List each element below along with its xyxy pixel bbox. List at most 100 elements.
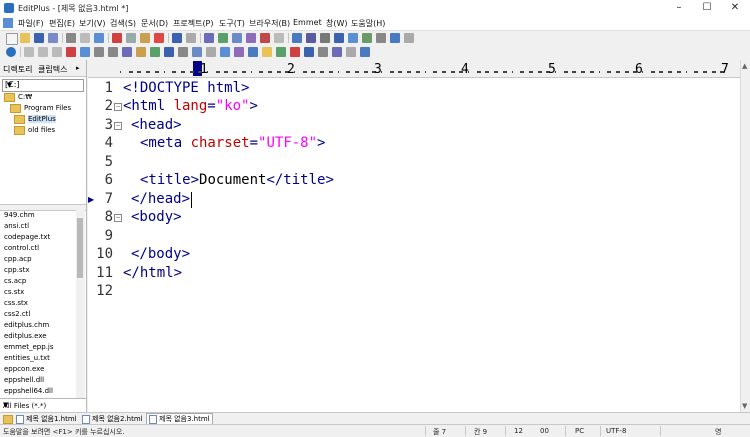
find-icon[interactable] [204, 33, 214, 43]
file-item[interactable]: css2.ctl [4, 309, 30, 320]
span-icon[interactable] [346, 47, 356, 57]
undo-icon[interactable] [172, 33, 182, 43]
help-icon[interactable] [404, 33, 414, 43]
file-list-scrollbar[interactable] [76, 210, 85, 398]
fold-toggle-icon[interactable]: − [114, 122, 122, 130]
nbsp-icon[interactable] [108, 47, 118, 57]
fold-toggle-icon[interactable]: − [114, 103, 122, 111]
menu-browser[interactable]: 브라우저(B) [249, 18, 290, 29]
cut-icon[interactable] [112, 33, 122, 43]
panel-tab-scroll-icon[interactable]: ▸ [76, 64, 80, 72]
spell-check-icon[interactable] [94, 33, 104, 43]
find-next-icon[interactable] [232, 33, 242, 43]
paragraph-icon[interactable] [80, 47, 90, 57]
line-number-icon[interactable] [306, 33, 316, 43]
menu-emmet[interactable]: Emmet [293, 18, 322, 27]
drive-select[interactable]: [C:] ▼ [2, 79, 84, 92]
file-filter-select[interactable]: All Files (*.*) ▼ [0, 398, 86, 413]
style-icon[interactable] [290, 47, 300, 57]
menu-search[interactable]: 검색(S) [110, 18, 136, 29]
directory-window-icon[interactable] [348, 33, 358, 43]
code-area[interactable]: <!DOCTYPE html> <html lang="ko"> <head> … [123, 78, 740, 412]
document-menu-icon[interactable] [3, 18, 13, 28]
menu-document[interactable]: 문서(D) [141, 18, 168, 29]
menu-view[interactable]: 보기(V) [79, 18, 105, 29]
file-item[interactable]: control.ctl [4, 243, 39, 254]
tab-cliptext[interactable]: 클립텍스 [38, 64, 67, 75]
tree-item-selected[interactable]: EditPlus [14, 114, 56, 125]
comment-icon[interactable] [248, 47, 258, 57]
font-icon[interactable] [260, 33, 270, 43]
menu-window[interactable]: 창(W) [326, 18, 348, 29]
file-item[interactable]: cpp.acp [4, 254, 32, 265]
scroll-down-icon[interactable]: ▼ [742, 402, 747, 410]
print-preview-icon[interactable] [80, 33, 90, 43]
file-item[interactable]: entities_u.txt [4, 353, 50, 364]
textarea-icon[interactable] [220, 47, 230, 57]
scrollbar-thumb[interactable] [77, 218, 83, 278]
tree-item[interactable]: C:₩ [4, 92, 32, 103]
form-icon[interactable] [192, 47, 202, 57]
frame-icon[interactable] [318, 47, 328, 57]
new-file-icon[interactable] [6, 33, 18, 45]
tab-directory[interactable]: 디렉토리 [3, 64, 32, 75]
file-item[interactable]: 949.chm [4, 210, 35, 221]
underline-icon[interactable] [52, 47, 62, 57]
doc-tab-1[interactable]: 제목 없음1.html [14, 414, 79, 424]
save-icon[interactable] [34, 33, 44, 43]
file-item[interactable]: ansi.ctl [4, 221, 29, 232]
menu-file[interactable]: 파일(F) [18, 18, 44, 29]
input-icon[interactable] [206, 47, 216, 57]
menu-project[interactable]: 프로젝트(P) [173, 18, 214, 29]
ruler-icon[interactable] [320, 33, 330, 43]
paste-icon[interactable] [140, 33, 150, 43]
image-icon[interactable] [150, 47, 160, 57]
delete-icon[interactable] [154, 33, 164, 43]
cliptext-window-icon[interactable] [362, 33, 372, 43]
align-center-icon[interactable] [122, 47, 132, 57]
list-icon[interactable] [178, 47, 188, 57]
column-select-icon[interactable] [334, 33, 344, 43]
minimize-button[interactable]: – [665, 0, 693, 16]
scroll-up-icon[interactable]: ▲ [742, 62, 747, 70]
tree-item[interactable]: old files [14, 125, 55, 136]
doc-tab-3-active[interactable]: 제목 없음3.html [146, 413, 213, 424]
doc-tab-2[interactable]: 제목 없음2.html [80, 414, 145, 424]
file-item[interactable]: editplus.exe [4, 331, 47, 342]
open-folder-icon[interactable] [20, 33, 30, 43]
fold-toggle-icon[interactable]: − [114, 214, 122, 222]
file-item[interactable]: eppshell.dll [4, 375, 44, 386]
replace-icon[interactable] [218, 33, 228, 43]
file-item[interactable]: cpp.stx [4, 265, 30, 276]
browser-icon[interactable] [6, 47, 16, 57]
script-icon[interactable] [304, 47, 314, 57]
menu-help[interactable]: 도움말(H) [351, 18, 385, 29]
print-icon[interactable] [66, 33, 76, 43]
color-picker-icon[interactable] [262, 47, 272, 57]
toolbar-more-icon[interactable] [360, 47, 370, 57]
copy-icon[interactable] [126, 33, 136, 43]
file-item[interactable]: cs.stx [4, 287, 24, 298]
redo-icon[interactable] [186, 33, 196, 43]
file-item[interactable]: codepage.txt [4, 232, 50, 243]
bold-icon[interactable] [24, 47, 34, 57]
file-item[interactable]: eppcon.exe [4, 364, 44, 375]
file-item[interactable]: cs.acp [4, 276, 26, 287]
word-wrap-icon[interactable] [292, 33, 302, 43]
menu-tools[interactable]: 도구(T) [219, 18, 245, 29]
font-color-icon[interactable] [66, 47, 76, 57]
fullscreen-icon[interactable] [390, 33, 400, 43]
editor-scrollbar[interactable]: ▲ ▼ [740, 60, 750, 412]
italic-icon[interactable] [38, 47, 48, 57]
anchor-icon[interactable] [136, 47, 146, 57]
select-icon[interactable] [234, 47, 244, 57]
file-item[interactable]: emmet_epp.js [4, 342, 54, 353]
line-break-icon[interactable] [94, 47, 104, 57]
editor-pane[interactable]: 1 2 3 4 5 6 7 1 2 − 3 − 4 5 6 ▶ 7 8 − 9 … [88, 60, 740, 412]
output-window-icon[interactable] [376, 33, 386, 43]
maximize-button[interactable]: ☐ [693, 0, 721, 16]
tree-item[interactable]: Program Files [10, 103, 71, 114]
close-button[interactable]: ✕ [721, 0, 749, 16]
div-icon[interactable] [332, 47, 342, 57]
file-item[interactable]: eppshell64.dll [4, 386, 53, 397]
